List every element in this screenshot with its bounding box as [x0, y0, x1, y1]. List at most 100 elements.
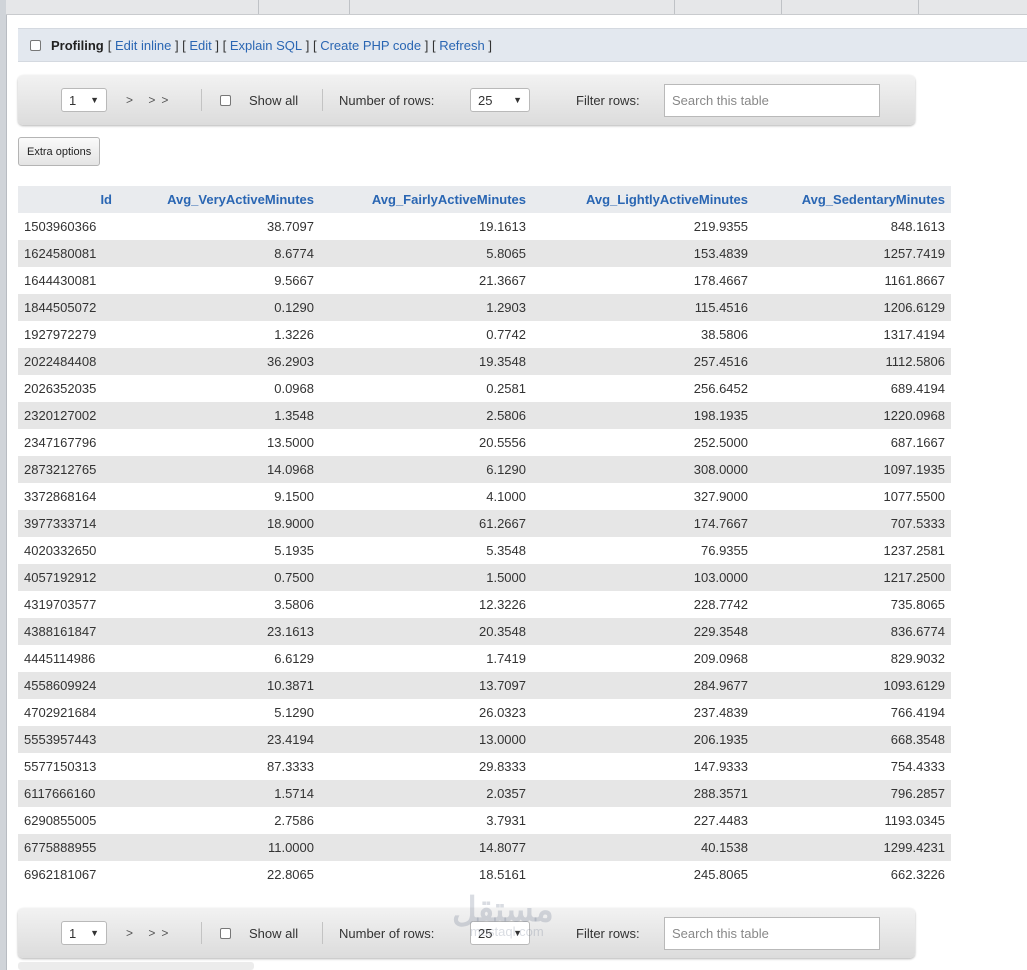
table-row[interactable]: 4388161847 23.1613 20.3548 229.3548 836.6774: [18, 618, 951, 645]
table-cell[interactable]: 20.5556: [320, 429, 532, 456]
table-cell[interactable]: 836.6774: [754, 618, 951, 645]
table-cell[interactable]: 22.8065: [118, 861, 320, 888]
page-select[interactable]: 1 ▼: [61, 88, 107, 112]
table-cell[interactable]: 0.7742: [320, 321, 532, 348]
cell-id[interactable]: 4388161847: [18, 618, 118, 645]
table-cell[interactable]: 12.3226: [320, 591, 532, 618]
table-cell[interactable]: 20.3548: [320, 618, 532, 645]
cell-id[interactable]: 4702921684: [18, 699, 118, 726]
table-row[interactable]: 2347167796 13.5000 20.5556 252.5000 687.1667: [18, 429, 951, 456]
cell-id[interactable]: 6290855005: [18, 807, 118, 834]
table-cell[interactable]: 115.4516: [532, 294, 754, 321]
table-cell[interactable]: 19.3548: [320, 348, 532, 375]
cell-id[interactable]: 3372868164: [18, 483, 118, 510]
cell-id[interactable]: 6775888955: [18, 834, 118, 861]
page-select[interactable]: 1 ▼: [61, 921, 107, 945]
next-page-arrows[interactable]: > >>: [126, 926, 174, 940]
cell-id[interactable]: 1844505072: [18, 294, 118, 321]
table-cell[interactable]: 1237.2581: [754, 537, 951, 564]
table-cell[interactable]: 284.9677: [532, 672, 754, 699]
cell-id[interactable]: 4020332650: [18, 537, 118, 564]
cell-id[interactable]: 6117666160: [18, 780, 118, 807]
table-cell[interactable]: 308.0000: [532, 456, 754, 483]
table-cell[interactable]: 209.0968: [532, 645, 754, 672]
table-cell[interactable]: 327.9000: [532, 483, 754, 510]
table-cell[interactable]: 662.3226: [754, 861, 951, 888]
table-row[interactable]: 4558609924 10.3871 13.7097 284.9677 1093.612…: [18, 672, 951, 699]
table-cell[interactable]: 1.3226: [118, 321, 320, 348]
table-cell[interactable]: 668.3548: [754, 726, 951, 753]
table-cell[interactable]: 1.5000: [320, 564, 532, 591]
table-cell[interactable]: 227.4483: [532, 807, 754, 834]
table-row[interactable]: 5577150313 87.3333 29.8333 147.9333 754.4333: [18, 753, 951, 780]
table-row[interactable]: 3372868164 9.1500 4.1000 327.9000 1077.5500: [18, 483, 951, 510]
cell-id[interactable]: 1644430081: [18, 267, 118, 294]
table-row[interactable]: 2873212765 14.0968 6.1290 308.0000 1097.1935: [18, 456, 951, 483]
table-cell[interactable]: 754.4333: [754, 753, 951, 780]
table-cell[interactable]: 1.5714: [118, 780, 320, 807]
column-header-fairly-active[interactable]: Avg_FairlyActiveMinutes: [320, 186, 532, 213]
table-row[interactable]: 6775888955 11.0000 14.8077 40.1538 1299.4231: [18, 834, 951, 861]
create-php-code-link[interactable]: Create PHP code: [320, 38, 421, 53]
cell-id[interactable]: 5577150313: [18, 753, 118, 780]
table-row[interactable]: 1844505072 0.1290 1.2903 115.4516 1206.6129: [18, 294, 951, 321]
cell-id[interactable]: 5553957443: [18, 726, 118, 753]
table-cell[interactable]: 229.3548: [532, 618, 754, 645]
table-cell[interactable]: 3.7931: [320, 807, 532, 834]
table-row[interactable]: 2022484408 36.2903 19.3548 257.4516 1112.580…: [18, 348, 951, 375]
table-row[interactable]: 4702921684 5.1290 26.0323 237.4839 766.4194: [18, 699, 951, 726]
profiling-checkbox[interactable]: [30, 39, 41, 51]
table-cell[interactable]: 10.3871: [118, 672, 320, 699]
table-row[interactable]: 1644430081 9.5667 21.3667 178.4667 1161.8667: [18, 267, 951, 294]
table-cell[interactable]: 13.7097: [320, 672, 532, 699]
table-row[interactable]: 6117666160 1.5714 2.0357 288.3571 796.2857: [18, 780, 951, 807]
cell-id[interactable]: 4057192912: [18, 564, 118, 591]
table-row[interactable]: 5553957443 23.4194 13.0000 206.1935 668.3548: [18, 726, 951, 753]
table-cell[interactable]: 796.2857: [754, 780, 951, 807]
table-cell[interactable]: 29.8333: [320, 753, 532, 780]
table-cell[interactable]: 26.0323: [320, 699, 532, 726]
table-cell[interactable]: 257.4516: [532, 348, 754, 375]
table-cell[interactable]: 1217.2500: [754, 564, 951, 591]
show-all-checkbox[interactable]: [220, 927, 231, 939]
table-cell[interactable]: 5.8065: [320, 240, 532, 267]
table-cell[interactable]: 228.7742: [532, 591, 754, 618]
table-cell[interactable]: 14.0968: [118, 456, 320, 483]
cell-id[interactable]: 4558609924: [18, 672, 118, 699]
cell-id[interactable]: 1927972279: [18, 321, 118, 348]
table-row[interactable]: 4445114986 6.6129 1.7419 209.0968 829.9032: [18, 645, 951, 672]
table-cell[interactable]: 40.1538: [532, 834, 754, 861]
search-input[interactable]: Search this table: [664, 83, 880, 117]
table-cell[interactable]: 36.2903: [118, 348, 320, 375]
table-cell[interactable]: 1257.7419: [754, 240, 951, 267]
table-cell[interactable]: 8.6774: [118, 240, 320, 267]
table-cell[interactable]: 76.9355: [532, 537, 754, 564]
cell-id[interactable]: 2873212765: [18, 456, 118, 483]
table-cell[interactable]: 829.9032: [754, 645, 951, 672]
cell-id[interactable]: 4445114986: [18, 645, 118, 672]
table-row[interactable]: 2320127002 1.3548 2.5806 198.1935 1220.0968: [18, 402, 951, 429]
cell-id[interactable]: 6962181067: [18, 861, 118, 888]
edit-link[interactable]: Edit: [189, 38, 211, 53]
cell-id[interactable]: 2347167796: [18, 429, 118, 456]
table-cell[interactable]: 18.5161: [320, 861, 532, 888]
table-cell[interactable]: 288.3571: [532, 780, 754, 807]
table-row[interactable]: 2026352035 0.0968 0.2581 256.6452 689.4194: [18, 375, 951, 402]
column-header-sedentary[interactable]: Avg_SedentaryMinutes: [754, 186, 951, 213]
table-cell[interactable]: 1093.6129: [754, 672, 951, 699]
table-cell[interactable]: 0.7500: [118, 564, 320, 591]
table-cell[interactable]: 1206.6129: [754, 294, 951, 321]
table-cell[interactable]: 23.1613: [118, 618, 320, 645]
explain-sql-link[interactable]: Explain SQL: [230, 38, 302, 53]
table-cell[interactable]: 9.1500: [118, 483, 320, 510]
column-header-very-active[interactable]: Avg_VeryActiveMinutes: [118, 186, 320, 213]
table-cell[interactable]: 6.6129: [118, 645, 320, 672]
table-row[interactable]: 1503960366 38.7097 19.1613 219.9355 848.1613: [18, 213, 951, 240]
cell-id[interactable]: 1503960366: [18, 213, 118, 240]
table-cell[interactable]: 174.7667: [532, 510, 754, 537]
cell-id[interactable]: 2026352035: [18, 375, 118, 402]
search-input[interactable]: Search this table: [664, 916, 880, 950]
table-cell[interactable]: 103.0000: [532, 564, 754, 591]
cell-id[interactable]: 2320127002: [18, 402, 118, 429]
table-cell[interactable]: 23.4194: [118, 726, 320, 753]
